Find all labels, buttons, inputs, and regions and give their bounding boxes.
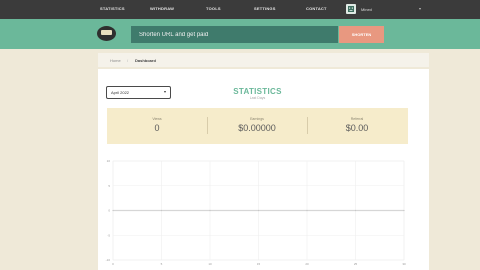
series-point	[403, 209, 405, 212]
x-tick-label: 0	[112, 262, 114, 266]
x-tick-label: 25	[354, 262, 358, 266]
y-tick-label: -5	[107, 233, 110, 237]
x-tick-label: 15	[257, 262, 261, 266]
x-tick-label: 20	[305, 262, 309, 266]
y-tick-label: -10	[106, 258, 111, 262]
series-point	[209, 209, 211, 212]
y-tick-label: 0	[108, 209, 110, 213]
y-tick-label: 5	[108, 184, 110, 188]
series-point	[354, 209, 357, 212]
series-point	[306, 209, 308, 212]
statistics-chart: 0 5 10 15 20 25 30 -10 -5 0 5 10	[106, 159, 406, 266]
y-tick-label: 10	[107, 159, 111, 163]
series-point	[112, 209, 114, 212]
x-tick-label: 30	[402, 262, 406, 266]
x-tick-label: 5	[161, 262, 163, 266]
series-point	[257, 209, 260, 212]
x-tick-label: 10	[208, 262, 212, 266]
series-point	[160, 209, 163, 212]
